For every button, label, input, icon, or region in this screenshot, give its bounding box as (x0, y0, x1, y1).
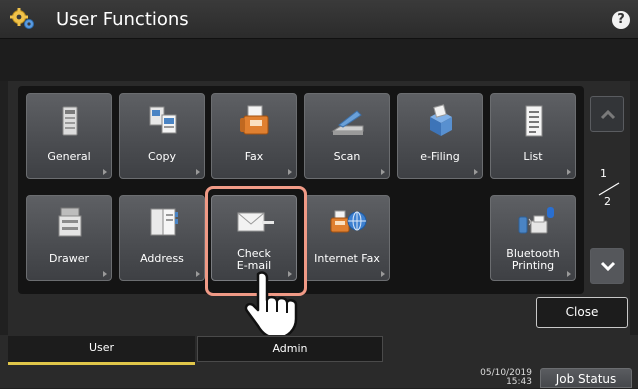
tile-scan[interactable]: Scan (304, 93, 390, 179)
tile-label: Fax (244, 150, 264, 163)
tab-user[interactable]: User (8, 336, 195, 365)
tile-general[interactable]: General (26, 93, 112, 179)
address-book-icon (150, 208, 178, 236)
drawer-icon (58, 207, 82, 237)
tab-admin[interactable]: Admin (197, 336, 383, 362)
title-bar: User Functions ? (0, 0, 638, 39)
pointing-hand-icon (244, 271, 298, 340)
close-button[interactable]: Close (536, 297, 628, 328)
job-status-button[interactable]: Job Status (540, 368, 632, 388)
tile-efiling[interactable]: e-Filing (397, 93, 483, 179)
scan-icon (331, 110, 364, 135)
tile-label: Drawer (48, 252, 90, 265)
gears-icon (10, 8, 34, 29)
tile-label: Scan (333, 150, 361, 163)
tile-label: Copy (148, 150, 176, 163)
internet-fax-icon (330, 210, 367, 233)
tile-label: Address (140, 252, 184, 265)
efiling-icon (430, 104, 452, 136)
list-icon (525, 105, 543, 137)
scroll-up-button[interactable] (590, 96, 624, 132)
copy-icon (149, 106, 177, 134)
message-area (0, 39, 638, 81)
tile-label: e-Filing (420, 150, 460, 163)
bluetooth-printing-icon (518, 207, 554, 234)
tile-address[interactable]: Address (119, 195, 205, 281)
chevron-down-icon (600, 261, 616, 272)
page-total: 2 (604, 195, 611, 208)
time: 15:43 (506, 377, 532, 387)
date-time: 05/10/2019 15:43 (460, 369, 532, 387)
tile-label: Internet Fax (314, 252, 380, 265)
scroll-down-button[interactable] (590, 248, 624, 284)
page-title: User Functions (56, 9, 189, 30)
chevron-up-icon (600, 109, 616, 120)
tile-list[interactable]: List (490, 93, 576, 179)
tile-label: List (523, 150, 543, 163)
tile-bluetooth-printing[interactable]: Bluetooth Printing (490, 195, 576, 281)
help-button[interactable]: ? (612, 11, 630, 29)
tile-internet-fax[interactable]: Internet Fax (304, 195, 390, 281)
tile-fax[interactable]: Fax (211, 93, 297, 179)
fax-icon (240, 105, 269, 135)
tile-drawer[interactable]: Drawer (26, 195, 112, 281)
tile-copy[interactable]: Copy (119, 93, 205, 179)
tile-label: General (47, 150, 91, 163)
general-icon (62, 106, 78, 136)
tile-label-line2: Printing (511, 259, 555, 272)
